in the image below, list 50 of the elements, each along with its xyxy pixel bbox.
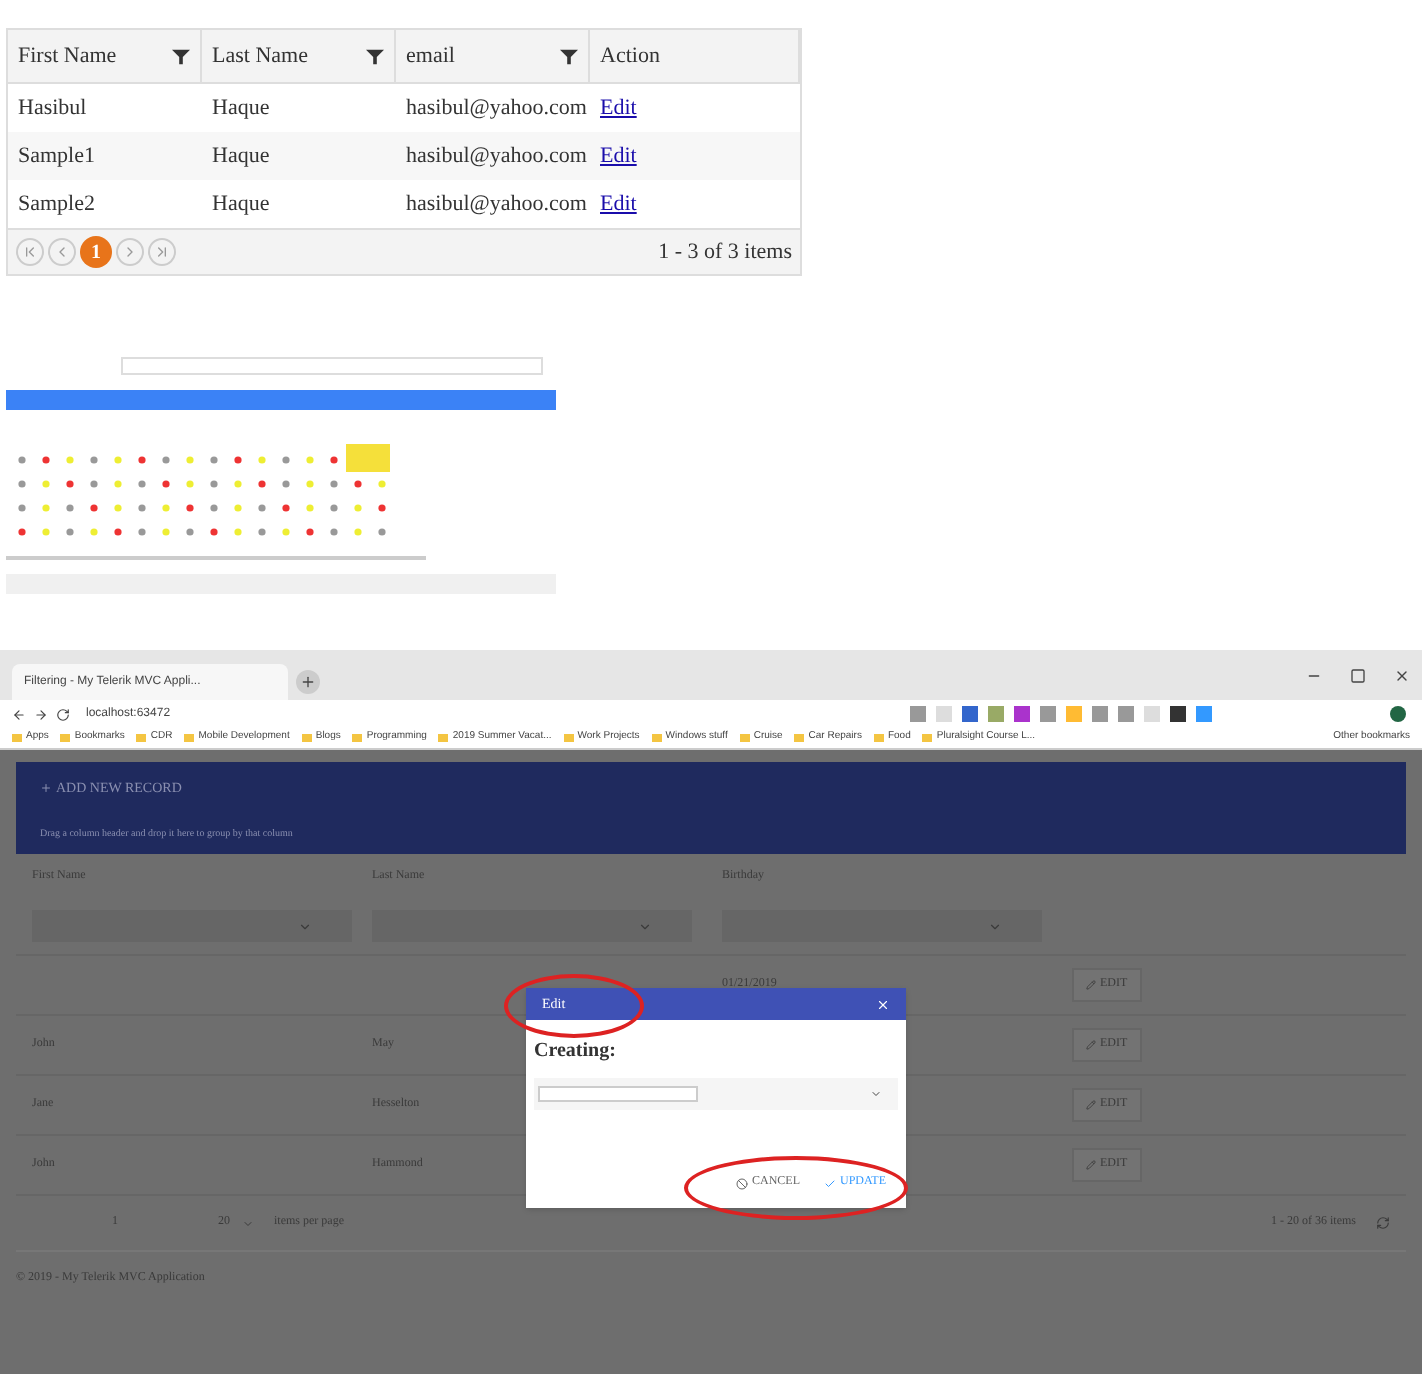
table-cell-text: hasibul@yahoo.com bbox=[404, 141, 589, 172]
column-header[interactable]: email bbox=[406, 39, 455, 73]
plus-icon bbox=[300, 674, 316, 690]
forward-icon[interactable] bbox=[34, 707, 48, 721]
caret-icon bbox=[638, 919, 652, 933]
filter-field[interactable] bbox=[32, 910, 352, 942]
table-cell-text: Haque bbox=[210, 189, 272, 220]
table-cell-text: Sample1 bbox=[16, 141, 97, 172]
table-cell-text: Hasibul bbox=[16, 93, 89, 124]
edit-link[interactable]: Edit bbox=[590, 91, 647, 125]
caret-icon bbox=[298, 919, 312, 933]
table-cell-text: hasibul@yahoo.com bbox=[404, 93, 589, 124]
edit-link[interactable]: Edit bbox=[590, 187, 647, 221]
caret-icon[interactable] bbox=[870, 1088, 882, 1100]
table-cell-text: Haque bbox=[210, 141, 272, 172]
filter-icon[interactable] bbox=[560, 47, 578, 65]
close-icon[interactable] bbox=[1394, 668, 1410, 684]
previous-page-icon bbox=[54, 244, 70, 260]
caret-icon bbox=[988, 919, 1002, 933]
dialog-heading: Creating: bbox=[532, 1038, 618, 1066]
cancel-icon bbox=[735, 1177, 748, 1189]
next-page-icon bbox=[122, 244, 138, 260]
table-cell-text: Sample2 bbox=[16, 189, 97, 220]
maximize-icon[interactable] bbox=[1350, 668, 1366, 684]
pencil-icon bbox=[1086, 1040, 1096, 1050]
pencil-icon bbox=[1086, 1100, 1096, 1110]
column-header[interactable]: Last Name bbox=[212, 39, 308, 73]
caret-icon bbox=[242, 1217, 254, 1229]
filter-icon[interactable] bbox=[366, 47, 384, 65]
table-cell-text: hasibul@yahoo.com bbox=[404, 189, 589, 220]
column-header[interactable]: First Name bbox=[18, 39, 117, 73]
input-field[interactable] bbox=[538, 1086, 698, 1102]
plus-icon bbox=[40, 782, 52, 795]
pencil-icon bbox=[1086, 980, 1096, 990]
filter-icon[interactable] bbox=[172, 47, 190, 65]
back-icon[interactable] bbox=[12, 707, 26, 721]
edit-link[interactable]: Edit bbox=[590, 139, 647, 173]
last-page-icon bbox=[154, 244, 170, 260]
pencil-icon bbox=[1086, 1160, 1096, 1170]
new-tab-button[interactable] bbox=[296, 670, 320, 694]
check-icon bbox=[823, 1177, 836, 1189]
column-header[interactable]: Action bbox=[600, 39, 660, 73]
filter-field[interactable] bbox=[372, 910, 692, 942]
table-cell-text: Haque bbox=[210, 93, 272, 124]
filter-field[interactable] bbox=[722, 910, 1042, 942]
annotation-ellipse bbox=[504, 974, 644, 1038]
first-page-icon bbox=[22, 244, 38, 260]
refresh-icon[interactable] bbox=[1376, 1216, 1390, 1230]
reload-icon[interactable] bbox=[56, 707, 70, 721]
pager-summary: 1 - 3 of 3 items bbox=[658, 237, 792, 268]
